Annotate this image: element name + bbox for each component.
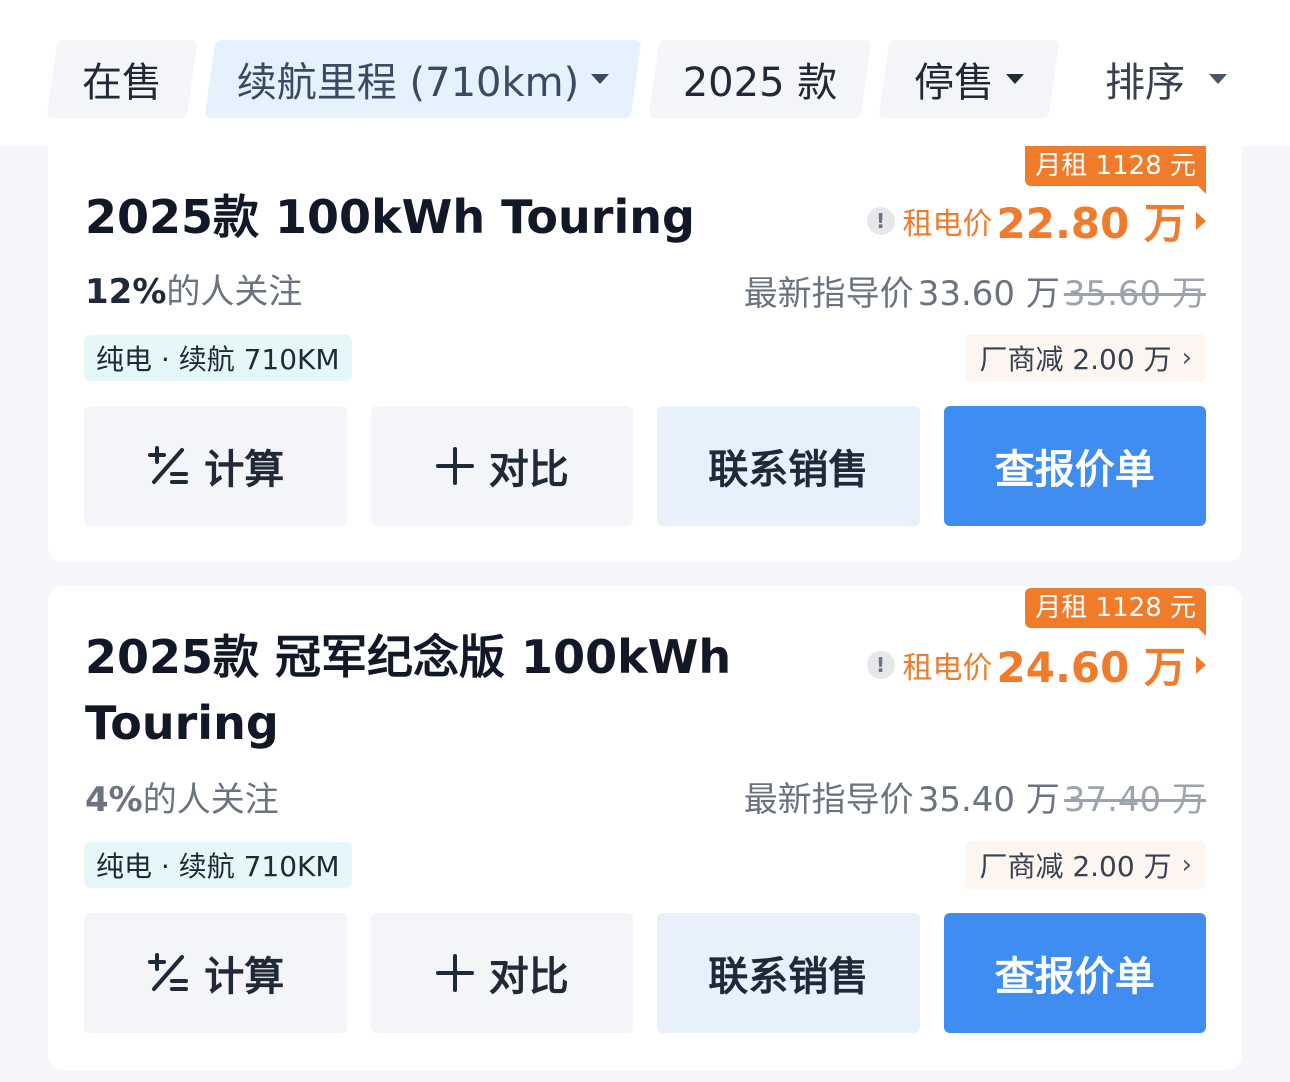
calc-button-label: 计算 xyxy=(204,954,285,1000)
compare-button-label: 对比 xyxy=(488,954,569,1000)
caret-down-icon xyxy=(591,74,610,84)
filter-stopped[interactable]: 停售 xyxy=(878,40,1060,118)
guide-price-old: 37.40 万 xyxy=(1063,780,1206,820)
arrow-right-icon xyxy=(1196,655,1206,674)
quote-button[interactable]: 查报价单 xyxy=(943,913,1206,1033)
discount-badge[interactable]: 厂商减 2.00 万 › xyxy=(965,841,1206,889)
car-title[interactable]: 2025款 冠军纪念版 100kWh Touring xyxy=(85,624,785,756)
monthly-rent-badge: 月租 1128 元 xyxy=(1025,146,1206,194)
filter-year-label: 2025 款 xyxy=(682,60,838,106)
rent-price-label: 租电价 xyxy=(902,206,993,242)
calc-button[interactable]: 计算 xyxy=(84,406,347,526)
rent-price-value: 24.60 万 xyxy=(996,643,1186,692)
caret-down-icon xyxy=(1006,74,1024,84)
discount-label: 厂商减 2.00 万 xyxy=(979,850,1172,883)
attention-stat: 4%的人关注 xyxy=(85,772,279,821)
calc-button-label: 计算 xyxy=(204,447,285,493)
filter-on-sale-label: 在售 xyxy=(82,60,162,106)
compare-button-label: 对比 xyxy=(488,447,569,493)
guide-price: 最新指导价 33.60 万 35.60 万 xyxy=(744,266,1206,315)
chevron-right-icon: › xyxy=(1181,343,1192,373)
attention-text: 的人关注 xyxy=(142,780,279,820)
plus-icon xyxy=(435,954,474,992)
spec-tag: 纯电 · 续航 710KM xyxy=(84,842,352,888)
calc-button[interactable]: 计算 xyxy=(84,913,347,1033)
car-card: 月租 1128 元 2025款 冠军纪念版 100kWh Touring ! 租… xyxy=(48,586,1242,1070)
action-buttons: 计算 对比 联系销售 查报价单 xyxy=(84,913,1206,1033)
filter-year[interactable]: 2025 款 xyxy=(648,40,872,118)
info-icon[interactable]: ! xyxy=(866,650,895,679)
attention-stat: 12%的人关注 xyxy=(85,264,302,313)
guide-price-label: 最新指导价 xyxy=(743,274,914,314)
rent-price[interactable]: ! 租电价 24.60 万 xyxy=(866,634,1206,695)
compare-button[interactable]: 对比 xyxy=(370,406,633,526)
rent-price[interactable]: ! 租电价 22.80 万 xyxy=(866,190,1206,251)
filter-range[interactable]: 续航里程 (710km) xyxy=(204,40,642,118)
guide-price: 最新指导价 35.40 万 37.40 万 xyxy=(744,772,1206,821)
rent-price-label: 租电价 xyxy=(902,650,993,686)
car-title[interactable]: 2025款 100kWh Touring xyxy=(85,184,885,250)
sort-label: 排序 xyxy=(1105,60,1185,106)
rent-price-value: 22.80 万 xyxy=(996,199,1186,248)
arrow-right-icon xyxy=(1196,211,1206,230)
plus-icon xyxy=(435,447,474,485)
attention-percent: 12% xyxy=(85,272,167,312)
filter-range-label: 续航里程 (710km) xyxy=(236,60,580,106)
filter-on-sale[interactable]: 在售 xyxy=(46,40,198,118)
caret-down-icon xyxy=(1209,74,1227,84)
quote-button[interactable]: 查报价单 xyxy=(943,406,1206,526)
plus-minus-icon xyxy=(148,446,189,484)
car-card: 月租 1128 元 2025款 100kWh Touring ! 租电价 22.… xyxy=(48,146,1242,562)
filter-stopped-label: 停售 xyxy=(914,60,994,106)
contact-sales-button[interactable]: 联系销售 xyxy=(657,913,920,1033)
compare-button[interactable]: 对比 xyxy=(370,913,633,1033)
action-buttons: 计算 对比 联系销售 查报价单 xyxy=(84,406,1206,526)
monthly-rent-badge: 月租 1128 元 xyxy=(1025,588,1206,636)
plus-minus-icon xyxy=(148,953,189,991)
attention-text: 的人关注 xyxy=(166,272,303,312)
guide-price-value: 35.40 万 xyxy=(917,780,1060,820)
info-icon[interactable]: ! xyxy=(866,206,895,235)
contact-sales-button[interactable]: 联系销售 xyxy=(657,406,920,526)
guide-price-label: 最新指导价 xyxy=(743,780,914,820)
filter-bar: 在售 续航里程 (710km) 2025 款 停售 排序 xyxy=(0,0,1290,146)
discount-label: 厂商减 2.00 万 xyxy=(979,343,1172,376)
discount-badge[interactable]: 厂商减 2.00 万 › xyxy=(965,334,1206,382)
attention-percent: 4% xyxy=(85,780,143,820)
guide-price-old: 35.60 万 xyxy=(1063,274,1206,314)
chevron-right-icon: › xyxy=(1181,850,1192,880)
spec-tag: 纯电 · 续航 710KM xyxy=(84,335,352,381)
sort-dropdown[interactable]: 排序 xyxy=(1105,40,1227,118)
guide-price-value: 33.60 万 xyxy=(917,274,1060,314)
